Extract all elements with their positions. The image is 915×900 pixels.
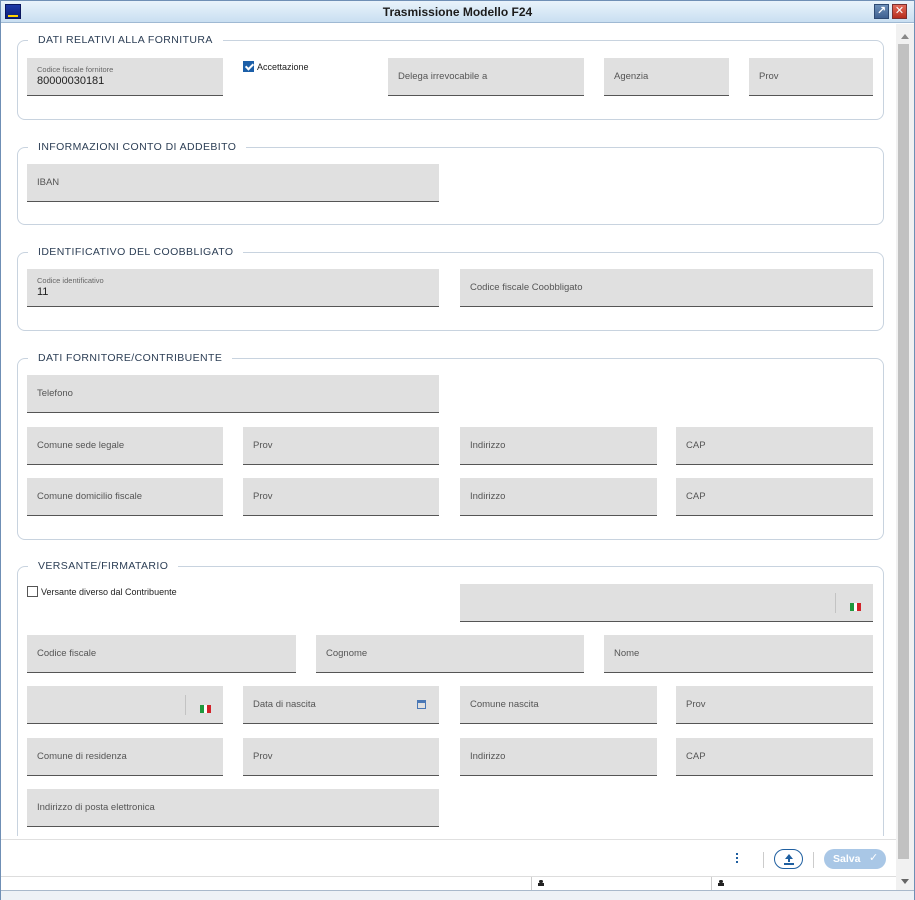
comune-domicilio-field[interactable]: Comune domicilio fiscale (27, 478, 223, 516)
email-field[interactable]: Indirizzo di posta elettronica (27, 789, 439, 827)
title-bar[interactable]: Trasmissione Modello F24 ↗ ✕ (1, 1, 914, 23)
scroll-up-icon[interactable] (901, 34, 909, 39)
close-button[interactable]: ✕ (892, 4, 907, 19)
field-separator (835, 593, 836, 613)
prov-sede-field[interactable]: Prov (243, 427, 439, 465)
save-button[interactable]: Salva ✓ (824, 849, 886, 869)
versante-diverso-checkbox[interactable]: Versante diverso dal Contribuente (27, 586, 177, 597)
field-label: CAP (686, 751, 706, 762)
section-title: INFORMAZIONI CONTO DI ADDEBITO (38, 141, 237, 153)
field-label: Comune domicilio fiscale (37, 491, 143, 502)
upload-button[interactable] (774, 849, 803, 869)
field-label: Codice fiscale (37, 648, 97, 659)
country-nascita-field[interactable] (27, 686, 223, 724)
field-label: Nome (614, 648, 640, 659)
field-label: Cognome (326, 648, 368, 659)
prov-domicilio-field[interactable]: Prov (243, 478, 439, 516)
field-label: CAP (686, 440, 706, 451)
section-title: VERSANTE/FIRMATARIO (38, 560, 169, 572)
field-label: Prov (759, 71, 779, 82)
form-content: DATI RELATIVI ALLA FORNITURA Codice fisc… (1, 24, 896, 836)
field-label: Prov (253, 751, 273, 762)
field-label: Prov (686, 699, 706, 710)
field-label: Agenzia (614, 71, 649, 82)
user-icon (718, 880, 724, 887)
field-label: Prov (253, 440, 273, 451)
field-label: Codice fiscale Coobbligato (470, 282, 583, 293)
field-value: 80000030181 (37, 75, 105, 87)
save-label: Salva (833, 853, 861, 865)
field-label: Indirizzo di posta elettronica (37, 802, 155, 813)
field-label: Comune di residenza (37, 751, 127, 762)
field-label: Prov (253, 491, 273, 502)
checkbox-label: Accettazione (257, 61, 309, 72)
scroll-down-icon[interactable] (901, 879, 909, 884)
field-label: Indirizzo (470, 440, 506, 451)
prov-nascita-field[interactable]: Prov (676, 686, 873, 724)
field-label: Delega irrevocabile a (398, 71, 488, 82)
checkbox-label: Versante diverso dal Contribuente (41, 586, 177, 597)
section-title: DATI RELATIVI ALLA FORNITURA (38, 34, 213, 46)
delega-field[interactable]: Delega irrevocabile a (388, 58, 584, 96)
italy-flag-icon[interactable] (850, 603, 862, 611)
status-segment (531, 877, 711, 891)
cap-domicilio-field[interactable]: CAP (676, 478, 873, 516)
footer-divider (813, 852, 814, 868)
telefono-field[interactable]: Telefono (27, 375, 439, 413)
indirizzo-residenza-field[interactable]: Indirizzo (460, 738, 657, 776)
field-label: Codice identificativo (37, 276, 104, 285)
accettazione-checkbox[interactable]: Accettazione (243, 61, 309, 72)
italy-flag-icon[interactable] (200, 705, 212, 713)
field-label: Data di nascita (253, 699, 316, 710)
window-bottom-border (1, 890, 914, 900)
action-footer: Salva ✓ (1, 839, 896, 875)
vertical-scrollbar[interactable] (896, 24, 914, 890)
prov-field[interactable]: Prov (749, 58, 873, 96)
cf-coobbligato-field[interactable]: Codice fiscale Coobbligato (460, 269, 873, 307)
field-separator (185, 695, 186, 715)
check-icon: ✓ (869, 852, 879, 864)
field-label: Indirizzo (470, 751, 506, 762)
iban-field[interactable]: IBAN (27, 164, 439, 202)
status-segment (711, 877, 896, 891)
dialog-window: Trasmissione Modello F24 ↗ ✕ DATI RELATI… (0, 0, 915, 900)
codice-identificativo-field[interactable]: Codice identificativo 11 (27, 269, 439, 307)
checkbox-box[interactable] (27, 586, 38, 597)
comune-residenza-field[interactable]: Comune di residenza (27, 738, 223, 776)
checkbox-box[interactable] (243, 61, 254, 72)
country-select-field[interactable] (460, 584, 873, 622)
kebab-icon[interactable] (735, 852, 739, 866)
cognome-field[interactable]: Cognome (316, 635, 584, 673)
prov-residenza-field[interactable]: Prov (243, 738, 439, 776)
field-label: IBAN (37, 177, 60, 188)
field-value: 11 (37, 286, 49, 298)
cap-residenza-field[interactable]: CAP (676, 738, 873, 776)
comune-nascita-field[interactable]: Comune nascita (460, 686, 657, 724)
field-label: CAP (686, 491, 706, 502)
scroll-thumb[interactable] (898, 44, 909, 859)
user-icon (538, 880, 544, 887)
indirizzo-sede-field[interactable]: Indirizzo (460, 427, 657, 465)
status-bar (1, 876, 896, 891)
field-label: Telefono (37, 388, 73, 399)
nome-field[interactable]: Nome (604, 635, 873, 673)
calendar-icon[interactable] (417, 700, 426, 709)
restore-button[interactable]: ↗ (874, 4, 889, 19)
codice-fiscale-fornitore-field[interactable]: Codice fiscale fornitore 80000030181 (27, 58, 223, 96)
comune-sede-legale-field[interactable]: Comune sede legale (27, 427, 223, 465)
footer-divider (763, 852, 764, 868)
field-label: Comune nascita (470, 699, 539, 710)
field-label: Comune sede legale (37, 440, 125, 451)
field-label: Codice fiscale fornitore (37, 65, 114, 74)
agenzia-field[interactable]: Agenzia (604, 58, 729, 96)
section-title: IDENTIFICATIVO DEL COOBBLIGATO (38, 246, 234, 258)
window-title: Trasmissione Modello F24 (382, 5, 533, 19)
field-label: Indirizzo (470, 491, 506, 502)
cap-sede-field[interactable]: CAP (676, 427, 873, 465)
codice-fiscale-versante-field[interactable]: Codice fiscale (27, 635, 296, 673)
indirizzo-domicilio-field[interactable]: Indirizzo (460, 478, 657, 516)
section-title: DATI FORNITORE/CONTRIBUENTE (38, 352, 223, 364)
data-nascita-field[interactable]: Data di nascita (243, 686, 439, 724)
